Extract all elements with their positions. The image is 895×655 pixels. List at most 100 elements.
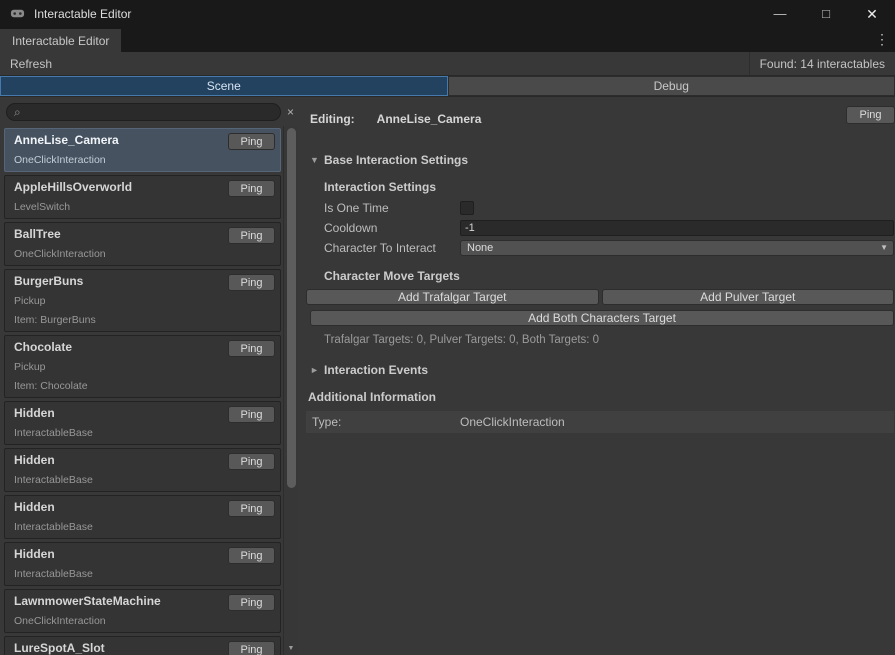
list-item[interactable]: AppleHillsOverworldLevelSwitchPing [4, 175, 281, 219]
editing-value: AnneLise_Camera [377, 112, 482, 126]
dropdown-arrow-icon: ▼ [880, 244, 888, 252]
editing-label: Editing: [310, 112, 355, 126]
window-title: Interactable Editor [34, 7, 131, 21]
tab-scene[interactable]: Scene [0, 76, 448, 96]
ping-button[interactable]: Ping [228, 406, 275, 423]
dropdown-value: None [467, 242, 493, 254]
list-item[interactable]: LawnmowerStateMachine OneClickInteraction… [4, 589, 281, 633]
interaction-settings-header: Interaction Settings [324, 180, 894, 195]
item-name: Hidden [14, 547, 222, 562]
item-subtitle: OneClickInteraction [14, 248, 222, 261]
character-move-targets-header: Character Move Targets [324, 269, 894, 284]
ping-button[interactable]: Ping [228, 227, 275, 244]
item-subtitle: Item: BurgerBuns [14, 314, 222, 327]
item-name: LawnmowerStateMachine [14, 594, 222, 609]
add-both-characters-target-button[interactable]: Add Both Characters Target [310, 310, 894, 326]
additional-information-header: Additional Information [308, 390, 894, 405]
character-field-wrap: None ▼ [460, 240, 894, 256]
is-one-time-row: Is One Time [324, 199, 894, 217]
item-name: Chocolate [14, 340, 222, 355]
tab-debug[interactable]: Debug [448, 76, 895, 96]
ping-button[interactable]: Ping [228, 340, 275, 357]
search-icon: ⌕ [14, 106, 21, 118]
item-name: Hidden [14, 453, 222, 468]
item-name: Hidden [14, 406, 222, 421]
list-item[interactable]: Chocolate Pickup Item: Chocolate Ping [4, 335, 281, 398]
cooldown-row: Cooldown [324, 219, 894, 237]
ping-button[interactable]: Ping [228, 274, 275, 291]
content: ⌕ AnneLise_CameraOneClickInteractionPing… [0, 97, 895, 655]
item-subtitle: OneClickInteraction [14, 615, 222, 628]
ping-button[interactable]: Ping [228, 641, 275, 655]
scrollbar-thumb[interactable] [287, 128, 296, 488]
window-controls: — □ ✕ [769, 3, 885, 25]
refresh-button[interactable]: Refresh [0, 52, 62, 75]
base-interaction-settings-foldout[interactable]: ▼ Base Interaction Settings [310, 152, 468, 168]
toolbar: Refresh Found: 14 interactables [0, 52, 895, 76]
is-one-time-checkbox[interactable] [460, 201, 474, 215]
item-subtitle: InteractableBase [14, 568, 222, 581]
cooldown-field-wrap [460, 220, 894, 236]
scrollbar-column: × ▼ [283, 97, 298, 655]
item-subtitle: InteractableBase [14, 427, 222, 440]
ping-button[interactable]: Ping [228, 547, 275, 564]
item-name: BallTree [14, 227, 222, 242]
add-trafalgar-target-button[interactable]: Add Trafalgar Target [306, 289, 599, 305]
search-input[interactable] [26, 105, 273, 119]
vertical-scrollbar[interactable]: ▼ [283, 126, 298, 655]
is-one-time-field [460, 201, 894, 215]
scroll-down-icon[interactable]: ▼ [284, 645, 298, 652]
ping-button[interactable]: Ping [228, 453, 275, 470]
item-subtitle: Pickup [14, 361, 222, 374]
list-item[interactable]: HiddenInteractableBasePing [4, 495, 281, 539]
add-pulver-target-button[interactable]: Add Pulver Target [602, 289, 895, 305]
item-subtitle: LevelSwitch [14, 201, 222, 214]
editing-row: Editing: AnneLise_Camera [310, 110, 894, 128]
targets-summary: Trafalgar Targets: 0, Pulver Targets: 0,… [324, 334, 894, 346]
list-item[interactable]: BallTree OneClickInteraction Ping [4, 222, 281, 266]
ping-button[interactable]: Ping [228, 133, 275, 150]
cooldown-input[interactable] [460, 220, 894, 236]
found-count: Found: 14 interactables [750, 57, 895, 71]
clear-search-button[interactable]: × [284, 104, 298, 120]
clear-area: × [283, 97, 298, 126]
is-one-time-label: Is One Time [324, 201, 460, 215]
foldout-closed-icon: ► [310, 365, 324, 375]
inspector-ping-button[interactable]: Ping [846, 106, 895, 124]
list-item[interactable]: Hidden InteractableBase Ping [4, 542, 281, 586]
item-subtitle: Item: Chocolate [14, 380, 222, 393]
item-subtitle: Pickup [14, 295, 222, 308]
character-to-interact-dropdown[interactable]: None ▼ [460, 240, 894, 256]
item-subtitle: InteractableBase [14, 521, 222, 534]
search-box[interactable]: ⌕ [6, 103, 281, 121]
menu-kebab-icon[interactable]: ⋮ [869, 31, 895, 48]
inspector-panel: Ping Editing: AnneLise_Camera ▼ Base Int… [298, 97, 895, 655]
dock-tab-strip: Interactable Editor ⋮ [0, 27, 895, 52]
minimize-button[interactable]: — [769, 3, 791, 25]
character-to-interact-label: Character To Interact [324, 241, 460, 255]
item-name: LureSpotA_Slot [14, 641, 222, 655]
foldout-label: Interaction Events [324, 363, 428, 377]
character-to-interact-row: Character To Interact None ▼ [324, 239, 894, 257]
list-item[interactable]: LureSpotA_Slot Ping [4, 636, 281, 655]
ping-button[interactable]: Ping [228, 594, 275, 611]
base-settings-body: Interaction Settings Is One Time Cooldow… [324, 180, 894, 284]
type-label: Type: [312, 415, 460, 429]
tab-interactable-editor[interactable]: Interactable Editor [0, 29, 121, 52]
item-name: AnneLise_Camera [14, 133, 222, 148]
foldout-open-icon: ▼ [310, 155, 324, 165]
list-item[interactable]: Hidden InteractableBase Ping [4, 401, 281, 445]
ping-button[interactable]: Ping [228, 180, 275, 197]
type-row: Type: OneClickInteraction [306, 411, 894, 433]
list-item[interactable]: Hidden InteractableBase Ping [4, 448, 281, 492]
list-item[interactable]: AnneLise_CameraOneClickInteractionPing [4, 128, 281, 172]
ping-button[interactable]: Ping [228, 500, 275, 517]
interactable-editor-window: Interactable Editor — □ ✕ Interactable E… [0, 0, 895, 655]
item-subtitle: InteractableBase [14, 474, 222, 487]
move-target-buttons: Add Trafalgar Target Add Pulver Target [306, 289, 894, 305]
interaction-events-foldout[interactable]: ► Interaction Events [310, 362, 428, 378]
type-value: OneClickInteraction [460, 415, 565, 429]
list-item[interactable]: BurgerBunsPickupItem: BurgerBunsPing [4, 269, 281, 332]
maximize-button[interactable]: □ [815, 3, 837, 25]
close-button[interactable]: ✕ [861, 3, 883, 25]
